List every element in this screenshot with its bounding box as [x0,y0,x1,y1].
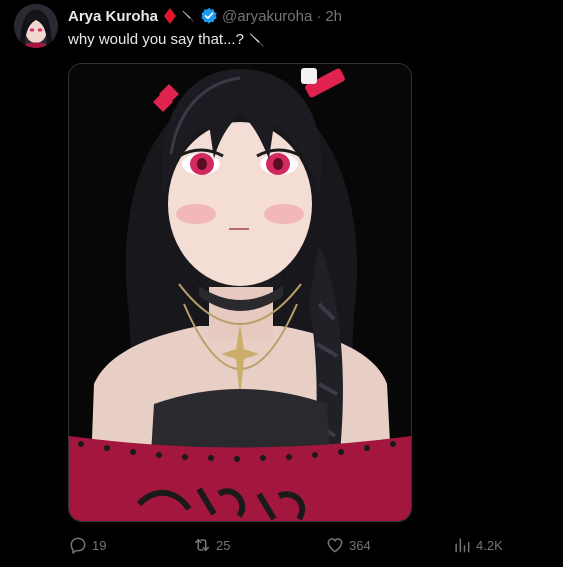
post-media-image[interactable] [68,63,412,522]
post[interactable]: Arya Kuroha @aryakuroha · 2h why would y… [0,0,563,567]
repost-count: 25 [216,537,231,553]
post-timestamp[interactable]: 2h [325,8,342,25]
author-avatar[interactable] [14,4,58,48]
reply-button[interactable]: 19 [68,534,106,556]
post-header: Arya Kuroha @aryakuroha · 2h [68,6,342,26]
like-count: 364 [349,537,371,553]
author-display-name[interactable]: Arya Kuroha [68,8,158,25]
post-text: why would you say that...? [68,31,244,48]
views-chart-icon [455,538,470,553]
red-diamond-icon [164,8,177,24]
verified-badge-icon[interactable] [200,7,218,25]
separator-dot: · [316,7,322,25]
knife-icon [250,33,264,47]
knife-icon [182,10,195,23]
avatar-image [14,4,58,48]
post-text-container: why would you say that...? [68,31,266,48]
repost-icon [195,538,209,552]
post-actions-bar: 19 25 364 4.2K [68,534,518,556]
repost-button[interactable]: 25 [192,534,230,556]
like-button[interactable]: 364 [325,534,371,556]
reply-icon [70,537,86,554]
anime-girl-portrait-icon [69,64,411,521]
heart-icon [327,538,343,553]
author-handle[interactable]: @aryakuroha [222,8,312,25]
reply-count: 19 [92,537,107,553]
views-button[interactable]: 4.2K [452,534,503,556]
views-count: 4.2K [476,537,503,553]
